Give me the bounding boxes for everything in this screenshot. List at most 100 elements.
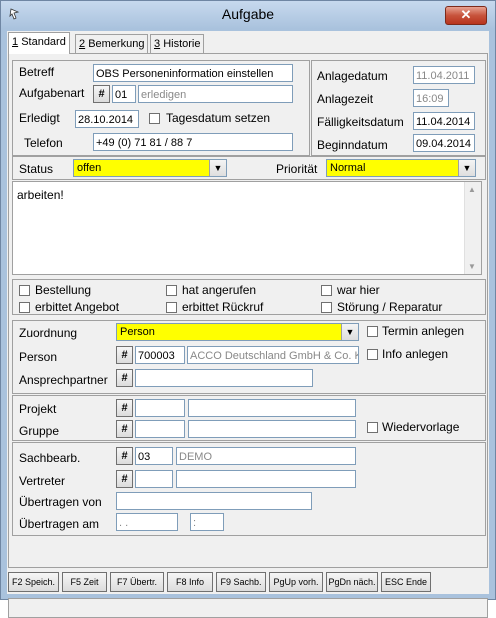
memo-textarea[interactable]: arbeiten! ▲ ▼: [12, 181, 482, 275]
aufgabe-window: Aufgabe ✕ 1 Standard 2 Bemerkung 3 Histo…: [0, 0, 496, 618]
info-checkbox[interactable]: [367, 349, 378, 360]
hat-angerufen-checkbox[interactable]: [166, 285, 177, 296]
memo-scrollbar[interactable]: ▲ ▼: [464, 182, 481, 274]
tab-historie-key: 3: [154, 38, 161, 50]
f7-transfer-button[interactable]: F7 Übertr.: [110, 572, 164, 592]
projekt-group: Projekt # Gruppe # Wiedervorlage: [12, 395, 486, 441]
status-bar: [8, 598, 488, 618]
faelligkeitsdatum-label: Fälligkeitsdatum: [317, 115, 404, 129]
zuordnung-label: Zuordnung: [19, 326, 78, 340]
person-label: Person: [19, 350, 58, 364]
memo-text: arbeiten!: [17, 188, 64, 202]
f5-time-button[interactable]: F5 Zeit: [62, 572, 107, 592]
sachbearb-name-field: DEMO: [176, 447, 356, 465]
uebertragen-von-label: Übertragen von: [19, 495, 102, 509]
vertreter-name-field: [176, 470, 356, 488]
dates-group: Anlagedatum 11.04.2011 Anlagezeit 16:09 …: [311, 60, 486, 156]
pgup-previous-button[interactable]: PgUp vorh.: [269, 572, 323, 592]
tab-standard[interactable]: 1 Standard: [8, 32, 70, 54]
projekt-name-field: [188, 399, 356, 417]
wiedervorlage-label: Wiedervorlage: [382, 420, 460, 434]
vertreter-code-input[interactable]: [135, 470, 173, 488]
faelligkeitsdatum-input[interactable]: 11.04.2014: [413, 112, 475, 130]
title-bar[interactable]: Aufgabe ✕: [1, 1, 495, 29]
prioritaet-select[interactable]: Normal ▼: [326, 159, 476, 177]
projekt-code-input[interactable]: [135, 399, 185, 417]
erbittet-rueckruf-checkbox[interactable]: [166, 302, 177, 313]
anlagezeit-field: 16:09: [413, 89, 449, 107]
tab-standard-key: 1: [12, 36, 19, 48]
status-value: offen: [77, 162, 102, 174]
tagesdatum-label: Tagesdatum setzen: [166, 111, 271, 125]
tab-bemerkung-key: 2: [79, 38, 86, 50]
bestellung-label: Bestellung: [35, 283, 92, 297]
erledigt-input[interactable]: 28.10.2014: [75, 110, 139, 128]
war-hier-checkbox[interactable]: [321, 285, 332, 296]
anlagedatum-label: Anlagedatum: [317, 69, 388, 83]
termin-label: Termin anlegen: [382, 324, 465, 338]
stoerung-label: Störung / Reparatur: [337, 300, 443, 314]
sachbearb-group: Sachbearb. # 03 DEMO Vertreter # Übertra…: [12, 442, 486, 536]
hat-angerufen-label: hat angerufen: [182, 283, 257, 297]
status-label: Status: [19, 162, 54, 176]
pgdn-next-button[interactable]: PgDn näch.: [326, 572, 378, 592]
uebertragen-von-field: [116, 492, 312, 510]
ansprechpartner-label: Ansprechpartner: [19, 373, 108, 387]
zuordnung-select[interactable]: Person ▼: [116, 323, 359, 341]
bestellung-checkbox[interactable]: [19, 285, 30, 296]
window-title: Aufgabe: [221, 6, 275, 22]
erledigt-label: Erledigt: [19, 111, 60, 125]
close-button[interactable]: ✕: [445, 6, 487, 25]
anlagedatum-field: 11.04.2011: [413, 66, 475, 84]
aufgabenart-label: Aufgabenart: [19, 86, 85, 100]
betreff-input[interactable]: OBS Personeninformation einstellen: [93, 64, 293, 82]
ansprechpartner-input[interactable]: [135, 369, 313, 387]
sachbearb-label: Sachbearb.: [19, 451, 81, 465]
tagesdatum-checkbox[interactable]: [149, 113, 160, 124]
anlagezeit-label: Anlagezeit: [317, 92, 374, 106]
vertreter-lookup-button[interactable]: #: [116, 470, 133, 488]
tab-bemerkung[interactable]: 2 Bemerkung: [75, 34, 149, 53]
prioritaet-label: Priorität: [276, 162, 318, 176]
sachbearb-lookup-button[interactable]: #: [116, 447, 133, 465]
betreff-label: Betreff: [19, 65, 55, 79]
zuordnung-value: Person: [120, 326, 155, 338]
tab-historie-label: Historie: [163, 38, 201, 50]
zuordnung-group: Zuordnung Person ▼ Termin anlegen Person…: [12, 320, 486, 394]
gruppe-name-field: [188, 420, 356, 438]
aufgabenart-code-input[interactable]: 01: [112, 85, 136, 103]
f9-sachb-button[interactable]: F9 Sachb.: [216, 572, 266, 592]
esc-end-button[interactable]: ESC Ende: [381, 572, 431, 592]
erbittet-angebot-label: erbittet Angebot: [35, 300, 120, 314]
scroll-down-icon[interactable]: ▼: [468, 262, 476, 271]
scroll-up-icon[interactable]: ▲: [468, 185, 476, 194]
person-name-field: ACCO Deutschland GmbH & Co. KG: [187, 346, 359, 364]
betreff-group: Betreff OBS Personeninformation einstell…: [12, 60, 310, 156]
beginndatum-input[interactable]: 09.04.2014: [413, 134, 475, 152]
f8-info-button[interactable]: F8 Info: [167, 572, 213, 592]
aufgabenart-text-field: erledigen: [138, 85, 293, 103]
sachbearb-code-input[interactable]: 03: [135, 447, 173, 465]
gruppe-code-input[interactable]: [135, 420, 185, 438]
person-lookup-button[interactable]: #: [116, 346, 133, 364]
ansprechpartner-lookup-button[interactable]: #: [116, 369, 133, 387]
aufgabenart-lookup-button[interactable]: #: [93, 85, 110, 103]
info-label: Info anlegen: [382, 347, 449, 361]
erbittet-rueckruf-label: erbittet Rückruf: [182, 300, 264, 314]
chevron-down-icon: ▼: [341, 324, 358, 340]
stoerung-checkbox[interactable]: [321, 302, 332, 313]
termin-checkbox[interactable]: [367, 326, 378, 337]
tab-panel-standard: Betreff OBS Personeninformation einstell…: [8, 53, 488, 568]
f2-save-button[interactable]: F2 Speich.: [8, 572, 59, 592]
projekt-lookup-button[interactable]: #: [116, 399, 133, 417]
person-code-input[interactable]: 700003: [135, 346, 185, 364]
telefon-input[interactable]: +49 (0) 71 81 / 88 7: [93, 133, 293, 151]
chevron-down-icon: ▼: [209, 160, 226, 176]
erbittet-angebot-checkbox[interactable]: [19, 302, 30, 313]
wiedervorlage-checkbox[interactable]: [367, 422, 378, 433]
gruppe-lookup-button[interactable]: #: [116, 420, 133, 438]
status-select[interactable]: offen ▼: [73, 159, 227, 177]
flags-group: Bestellung hat angerufen war hier erbitt…: [12, 279, 486, 315]
tab-historie[interactable]: 3 Historie: [150, 34, 205, 53]
gruppe-label: Gruppe: [19, 424, 60, 438]
